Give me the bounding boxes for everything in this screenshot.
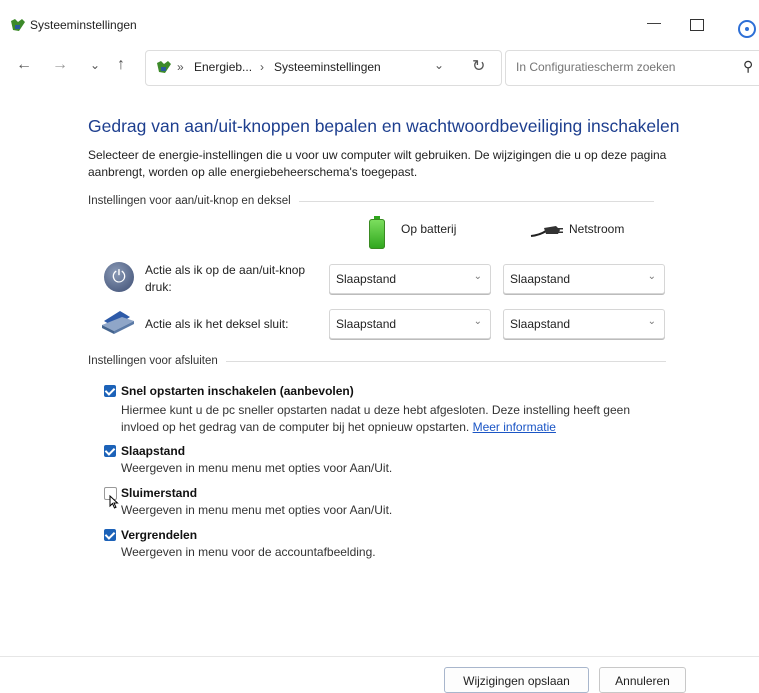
- battery-icon: [369, 216, 385, 249]
- section-title: Instellingen voor aan/uit-knop en deksel: [88, 195, 291, 207]
- page-title: Gedrag van aan/uit-knoppen bepalen en wa…: [88, 116, 680, 136]
- mouse-cursor-icon: [109, 495, 119, 509]
- breadcrumb-energy[interactable]: Energieb...: [194, 60, 252, 74]
- power-button-label: Actie als ik op de aan/uit-knop druk:: [145, 263, 306, 294]
- control-panel-icon: [157, 61, 171, 73]
- chevron-down-icon: ⌄: [473, 271, 482, 282]
- control-panel-icon: [11, 19, 25, 31]
- capture-overlay-icon[interactable]: [738, 14, 756, 44]
- minimize-button[interactable]: —: [642, 14, 666, 30]
- sleep-checkbox[interactable]: [104, 445, 116, 457]
- up-button[interactable]: ↑: [117, 56, 125, 74]
- chevron-down-icon: ⌄: [647, 271, 656, 282]
- lock-title: Vergrendelen: [121, 528, 198, 542]
- select-value: Slaapstand: [336, 317, 397, 331]
- cancel-button[interactable]: Annuleren: [599, 667, 686, 693]
- fast-startup-title: Snel opstarten inschakelen (aanbevolen): [121, 384, 354, 398]
- maximize-button[interactable]: [690, 19, 704, 31]
- chevron-down-icon: ⌄: [647, 316, 656, 327]
- refresh-button[interactable]: ↻: [472, 56, 485, 76]
- lid-close-plugged-select[interactable]: Slaapstand ⌄: [503, 309, 665, 339]
- search-input[interactable]: [514, 59, 728, 75]
- power-button-icon: ⏻: [104, 262, 134, 292]
- sleep-description: Weergeven in menu menu met opties voor A…: [121, 461, 393, 475]
- save-changes-button[interactable]: Wijzigingen opslaan: [444, 667, 589, 693]
- page-intro: Selecteer de energie-instellingen die u …: [88, 148, 667, 179]
- address-dropdown-button[interactable]: ⌄: [434, 58, 444, 72]
- section-title: Instellingen voor afsluiten: [88, 355, 218, 367]
- address-bar[interactable]: » Energieb... › Systeeminstellingen ⌄ ↻: [145, 50, 502, 86]
- forward-button[interactable]: →: [52, 56, 68, 74]
- breadcrumb-separator[interactable]: »: [177, 60, 184, 74]
- search-box[interactable]: ⚲: [505, 50, 759, 86]
- recent-locations-button[interactable]: ⌄: [90, 58, 100, 72]
- search-icon[interactable]: ⚲: [743, 58, 753, 75]
- shutdown-section-header: Instellingen voor afsluiten: [88, 355, 666, 367]
- divider: [298, 200, 654, 202]
- lock-checkbox[interactable]: [104, 529, 116, 541]
- hibernate-title: Sluimerstand: [121, 486, 198, 500]
- laptop-lid-icon: [102, 311, 134, 334]
- chevron-down-icon: ⌄: [473, 316, 482, 327]
- power-lid-section-header: Instellingen voor aan/uit-knop en deksel: [88, 195, 654, 207]
- back-button[interactable]: ←: [16, 56, 32, 74]
- title-bar: Systeeminstellingen —: [0, 0, 759, 40]
- lock-description: Weergeven in menu voor de accountafbeeld…: [121, 545, 376, 559]
- divider: [225, 360, 666, 362]
- fast-startup-checkbox[interactable]: [104, 385, 116, 397]
- select-value: Slaapstand: [510, 272, 571, 286]
- column-header-battery: Op batterij: [401, 222, 457, 236]
- lid-close-label: Actie als ik het deksel sluit:: [145, 317, 289, 331]
- breadcrumb-system-settings[interactable]: Systeeminstellingen: [274, 60, 381, 74]
- power-plug-icon: [530, 226, 563, 237]
- fast-startup-description: Hiermee kunt u de pc sneller opstarten n…: [121, 402, 661, 436]
- select-value: Slaapstand: [510, 317, 571, 331]
- window-title: Systeeminstellingen: [30, 18, 137, 32]
- breadcrumb-arrow: ›: [260, 60, 264, 74]
- hibernate-description: Weergeven in menu menu met opties voor A…: [121, 503, 393, 517]
- select-value: Slaapstand: [336, 272, 397, 286]
- power-button-plugged-select[interactable]: Slaapstand ⌄: [503, 264, 665, 294]
- sleep-title: Slaapstand: [121, 444, 186, 458]
- lid-close-battery-select[interactable]: Slaapstand ⌄: [329, 309, 491, 339]
- more-info-link[interactable]: Meer informatie: [473, 420, 556, 434]
- power-button-battery-select[interactable]: Slaapstand ⌄: [329, 264, 491, 294]
- column-header-plugged: Netstroom: [569, 222, 625, 236]
